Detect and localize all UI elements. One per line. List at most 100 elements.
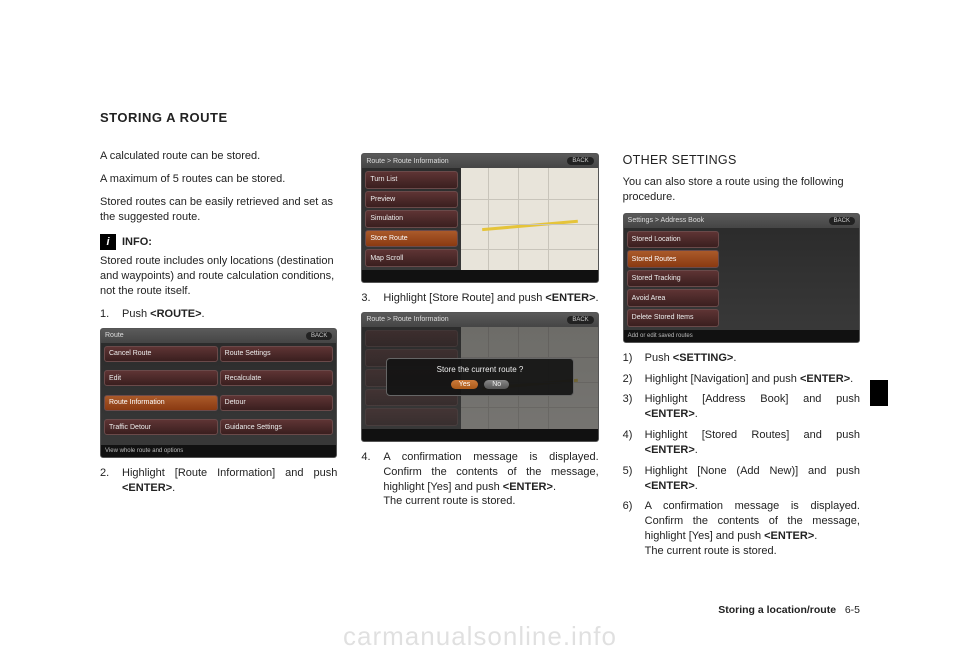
menu-item: Recalculate — [220, 370, 334, 386]
screenshot-route-menu: Route BACK Cancel Route Route Settings E… — [100, 328, 337, 458]
page-title: STORING A ROUTE — [100, 110, 860, 125]
column-2: Route > Route Information BACK Turn List… — [361, 149, 598, 565]
button-ref: <ROUTE> — [150, 308, 201, 320]
page-footer: Storing a location/route 6-5 — [718, 604, 860, 616]
step-6p: 6) A confirmation message is displayed. … — [623, 499, 860, 558]
text: Highlight [Stored Routes] and push — [645, 429, 860, 441]
yes-button: Yes — [451, 380, 478, 389]
button-ref: <ENTER> — [800, 373, 850, 385]
menu-item: Edit — [104, 370, 218, 386]
intro-line-1: A calculated route can be stored. — [100, 149, 337, 164]
button-ref: <SETTING> — [673, 352, 734, 364]
step-number: 3) — [623, 392, 637, 422]
intro-text: You can also store a route using the fol… — [623, 175, 860, 205]
menu-item: Route Settings — [220, 346, 334, 362]
text: Highlight [Address Book] and push — [645, 393, 860, 405]
text: . — [695, 480, 698, 492]
step-number: 1) — [623, 351, 637, 366]
menu-list: Turn List Preview Simulation Store Route… — [362, 168, 461, 270]
step-1p: 1) Push <SETTING>. — [623, 351, 860, 366]
step-text: A confirmation message is displayed. Con… — [383, 450, 598, 509]
menu-item-selected: Store Route — [365, 230, 458, 248]
titlebar: Settings > Address Book BACK — [624, 214, 859, 228]
menu-grid: Cancel Route Route Settings Edit Recalcu… — [101, 343, 336, 445]
dialog-text: Store the current route ? — [393, 365, 567, 374]
step-1: 1. Push <ROUTE>. — [100, 307, 337, 322]
text: . — [553, 481, 556, 493]
step-text: Highlight [Stored Routes] and push <ENTE… — [645, 428, 860, 458]
footer-section: Storing a location/route — [718, 604, 836, 616]
menu-item: Avoid Area — [627, 289, 720, 307]
text: . — [172, 482, 175, 494]
menu-item: Detour — [220, 395, 334, 411]
menu-item: Turn List — [365, 171, 458, 189]
step-number: 1. — [100, 307, 114, 322]
statusbar: View whole route and options — [101, 445, 336, 457]
button-ref: <ENTER> — [645, 408, 695, 420]
footer-page: 6-5 — [845, 604, 860, 616]
step-number: 6) — [623, 499, 637, 558]
text: . — [695, 408, 698, 420]
step-number: 5) — [623, 464, 637, 494]
info-icon: i — [100, 234, 116, 250]
info-label: INFO: — [122, 236, 152, 248]
text: Highlight [Navigation] and push — [645, 373, 800, 385]
step-text: Highlight [Address Book] and push <ENTER… — [645, 392, 860, 422]
screenshot-route-information: Route > Route Information BACK Turn List… — [361, 153, 598, 283]
step-text: Highlight [Store Route] and push <ENTER>… — [383, 291, 598, 306]
step-text: Push <SETTING>. — [645, 351, 860, 366]
menu-item: Map Scroll — [365, 249, 458, 267]
back-button: BACK — [829, 217, 855, 225]
menu-item — [365, 408, 458, 426]
text: The current route is stored. — [645, 545, 777, 557]
step-3: 3. Highlight [Store Route] and push <ENT… — [361, 291, 598, 306]
text: A confirmation message is displayed. Con… — [645, 500, 860, 542]
confirm-dialog: Store the current route ? Yes No — [386, 358, 574, 396]
text: . — [733, 352, 736, 364]
titlebar: Route > Route Information BACK — [362, 154, 597, 168]
menu-item: Traffic Detour — [104, 419, 218, 435]
step-text: Push <ROUTE>. — [122, 307, 337, 322]
section-tab — [870, 380, 888, 406]
statusbar — [362, 270, 597, 282]
menu-item — [365, 330, 458, 348]
menu-item: Stored Tracking — [627, 270, 720, 288]
text: The current route is stored. — [383, 495, 515, 507]
text: . — [814, 530, 817, 542]
step-number: 4. — [361, 450, 375, 509]
text: . — [695, 444, 698, 456]
title: Route — [105, 332, 124, 339]
step-number: 4) — [623, 428, 637, 458]
info-text: Stored route includes only locations (de… — [100, 254, 337, 299]
title: Route > Route Information — [366, 158, 448, 165]
step-3p: 3) Highlight [Address Book] and push <EN… — [623, 392, 860, 422]
screenshot-store-confirm: Route > Route Information BACK Store the… — [361, 312, 598, 442]
text: . — [850, 373, 853, 385]
step-text: Highlight [None (Add New)] and push <ENT… — [645, 464, 860, 494]
no-button: No — [484, 380, 509, 389]
step-4: 4. A confirmation message is displayed. … — [361, 450, 598, 509]
back-button: BACK — [306, 332, 332, 340]
text: Push — [645, 352, 673, 364]
text: Highlight [None (Add New)] and push — [645, 465, 860, 477]
menu-item: Delete Stored Items — [627, 309, 720, 327]
intro-line-3: Stored routes can be easily retrieved an… — [100, 195, 337, 225]
button-ref: <ENTER> — [645, 444, 695, 456]
step-4p: 4) Highlight [Stored Routes] and push <E… — [623, 428, 860, 458]
menu-item: Preview — [365, 191, 458, 209]
title: Settings > Address Book — [628, 217, 704, 224]
button-ref: <ENTER> — [503, 481, 553, 493]
back-button: BACK — [567, 316, 593, 324]
step-text: Highlight [Navigation] and push <ENTER>. — [645, 372, 860, 387]
menu-item-selected: Route Information — [104, 395, 218, 411]
map-preview — [461, 168, 598, 270]
section-heading: OTHER SETTINGS — [623, 153, 860, 167]
step-number: 2. — [100, 466, 114, 496]
back-button: BACK — [567, 157, 593, 165]
menu-item: Simulation — [365, 210, 458, 228]
step-2: 2. Highlight [Route Information] and pus… — [100, 466, 337, 496]
titlebar: Route BACK — [101, 329, 336, 343]
statusbar — [362, 429, 597, 441]
text: A confirmation message is displayed. Con… — [383, 451, 598, 493]
menu-item: Cancel Route — [104, 346, 218, 362]
